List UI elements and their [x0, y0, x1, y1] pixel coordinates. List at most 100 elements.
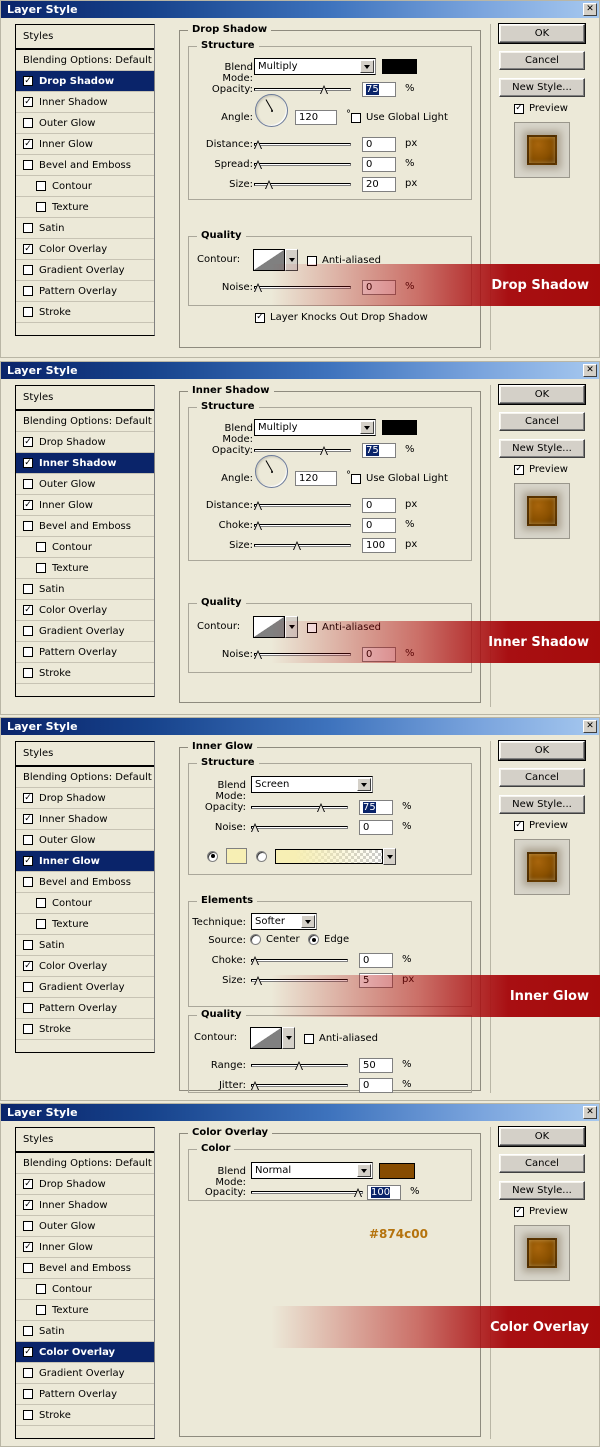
slider-thumb[interactable] [254, 283, 263, 292]
opacity-slider[interactable] [254, 445, 351, 455]
style-item-contour[interactable]: ✓ Contour [16, 537, 154, 558]
blending-options-item[interactable]: Blending Options: Default [16, 767, 154, 788]
layer-knocks-out-row[interactable]: ✓ Layer Knocks Out Drop Shadow [255, 312, 428, 323]
style-checkbox-satin[interactable]: ✓ [23, 940, 33, 950]
glow-color-radio[interactable] [207, 850, 218, 862]
style-item-texture[interactable]: ✓ Texture [16, 1300, 154, 1321]
slider-thumb[interactable] [254, 521, 263, 530]
style-checkbox-stroke[interactable]: ✓ [23, 1410, 33, 1420]
style-item-color-overlay[interactable]: ✓ Color Overlay [16, 1342, 154, 1363]
slider-thumb[interactable] [317, 803, 326, 812]
style-checkbox-pattern-overlay[interactable]: ✓ [23, 647, 33, 657]
cancel-button[interactable]: Cancel [499, 1154, 585, 1173]
angle-dial[interactable] [255, 455, 288, 488]
blending-options-item[interactable]: Blending Options: Default [16, 1153, 154, 1174]
choke-input[interactable]: 0 [362, 518, 396, 533]
style-item-contour[interactable]: ✓ Contour [16, 176, 154, 197]
style-item-stroke[interactable]: ✓ Stroke [16, 1019, 154, 1040]
noise-slider[interactable] [251, 822, 348, 832]
style-checkbox-stroke[interactable]: ✓ [23, 1024, 33, 1034]
style-item-inner-shadow[interactable]: ✓ Inner Shadow [16, 92, 154, 113]
style-item-pattern-overlay[interactable]: ✓ Pattern Overlay [16, 642, 154, 663]
use-global-light-checkbox[interactable]: ✓ [351, 112, 361, 123]
ok-button[interactable]: OK [498, 384, 586, 405]
chevron-down-icon[interactable] [301, 915, 315, 928]
style-checkbox-inner-shadow[interactable]: ✓ [23, 1200, 33, 1210]
anti-aliased-row[interactable]: ✓ Anti-aliased [304, 1033, 378, 1044]
style-item-satin[interactable]: ✓ Satin [16, 1321, 154, 1342]
technique-select[interactable]: Softer [251, 913, 317, 930]
choke-slider[interactable] [254, 520, 351, 530]
cancel-button[interactable]: Cancel [499, 412, 585, 431]
style-checkbox-texture[interactable]: ✓ [36, 202, 46, 212]
style-item-bevel-and-emboss[interactable]: ✓ Bevel and Emboss [16, 155, 154, 176]
distance-slider[interactable] [254, 139, 351, 149]
style-item-inner-glow[interactable]: ✓ Inner Glow [16, 495, 154, 516]
style-checkbox-inner-glow[interactable]: ✓ [23, 1242, 33, 1252]
source-edge-option[interactable]: Edge [308, 934, 349, 945]
ok-button[interactable]: OK [498, 1126, 586, 1147]
new-style-button[interactable]: New Style... [499, 1181, 585, 1200]
style-item-outer-glow[interactable]: ✓ Outer Glow [16, 113, 154, 134]
blending-options-item[interactable]: Blending Options: Default [16, 411, 154, 432]
slider-thumb[interactable] [254, 160, 263, 169]
blend-mode-select[interactable]: Screen [251, 776, 373, 793]
slider-thumb[interactable] [254, 976, 263, 985]
use-global-light-checkbox[interactable]: ✓ [351, 473, 361, 484]
style-checkbox-bevel-and-emboss[interactable]: ✓ [23, 877, 33, 887]
slider-thumb[interactable] [254, 140, 263, 149]
style-checkbox-inner-shadow[interactable]: ✓ [23, 97, 33, 107]
new-style-button[interactable]: New Style... [499, 439, 585, 458]
style-checkbox-contour[interactable]: ✓ [36, 542, 46, 552]
style-item-bevel-and-emboss[interactable]: ✓ Bevel and Emboss [16, 516, 154, 537]
use-global-light-row[interactable]: ✓ Use Global Light [351, 112, 448, 123]
style-item-satin[interactable]: ✓ Satin [16, 935, 154, 956]
style-checkbox-inner-glow[interactable]: ✓ [23, 500, 33, 510]
style-checkbox-satin[interactable]: ✓ [23, 584, 33, 594]
style-checkbox-drop-shadow[interactable]: ✓ [23, 1179, 33, 1189]
style-checkbox-bevel-and-emboss[interactable]: ✓ [23, 160, 33, 170]
chevron-down-icon[interactable] [360, 60, 374, 73]
source-edge-radio[interactable] [308, 934, 319, 945]
slider-thumb[interactable] [251, 956, 260, 965]
glow-gradient-preview[interactable] [275, 849, 383, 864]
angle-input[interactable]: 120 [295, 471, 337, 486]
slider-thumb[interactable] [354, 1188, 363, 1197]
opacity-input[interactable]: 75 [362, 82, 396, 97]
slider-thumb[interactable] [265, 180, 274, 189]
size-input[interactable]: 20 [362, 177, 396, 192]
blend-mode-select[interactable]: Multiply [254, 58, 376, 75]
style-item-bevel-and-emboss[interactable]: ✓ Bevel and Emboss [16, 1258, 154, 1279]
blend-mode-select[interactable]: Multiply [254, 419, 376, 436]
style-checkbox-color-overlay[interactable]: ✓ [23, 605, 33, 615]
style-item-inner-shadow[interactable]: ✓ Inner Shadow [16, 809, 154, 830]
new-style-button[interactable]: New Style... [499, 795, 585, 814]
angle-input[interactable]: 120 [295, 110, 337, 125]
opacity-input[interactable]: 75 [362, 443, 396, 458]
style-item-satin[interactable]: ✓ Satin [16, 218, 154, 239]
style-item-color-overlay[interactable]: ✓ Color Overlay [16, 600, 154, 621]
style-item-stroke[interactable]: ✓ Stroke [16, 663, 154, 684]
styles-list[interactable]: Styles Blending Options: Default ✓ Drop … [15, 24, 155, 336]
blend-mode-select[interactable]: Normal [251, 1162, 373, 1179]
cancel-button[interactable]: Cancel [499, 768, 585, 787]
spread-input[interactable]: 0 [362, 157, 396, 172]
style-item-satin[interactable]: ✓ Satin [16, 579, 154, 600]
preview-checkbox[interactable]: ✓ [514, 464, 524, 475]
title-bar[interactable]: Layer Style ✕ [1, 362, 599, 379]
style-checkbox-contour[interactable]: ✓ [36, 898, 46, 908]
style-checkbox-satin[interactable]: ✓ [23, 223, 33, 233]
style-item-outer-glow[interactable]: ✓ Outer Glow [16, 830, 154, 851]
style-item-inner-shadow[interactable]: ✓ Inner Shadow [16, 1195, 154, 1216]
title-bar[interactable]: Layer Style ✕ [1, 1, 599, 18]
chevron-down-icon[interactable] [360, 421, 374, 434]
styles-list[interactable]: Styles Blending Options: Default ✓ Drop … [15, 741, 155, 1053]
preview-row[interactable]: ✓ Preview [514, 1206, 568, 1217]
overlay-color-swatch[interactable] [379, 1163, 415, 1179]
spread-slider[interactable] [254, 159, 351, 169]
choke-slider[interactable] [251, 955, 348, 965]
close-icon[interactable]: ✕ [583, 3, 597, 16]
blend-color-swatch[interactable] [382, 59, 417, 74]
style-checkbox-outer-glow[interactable]: ✓ [23, 118, 33, 128]
style-checkbox-gradient-overlay[interactable]: ✓ [23, 626, 33, 636]
